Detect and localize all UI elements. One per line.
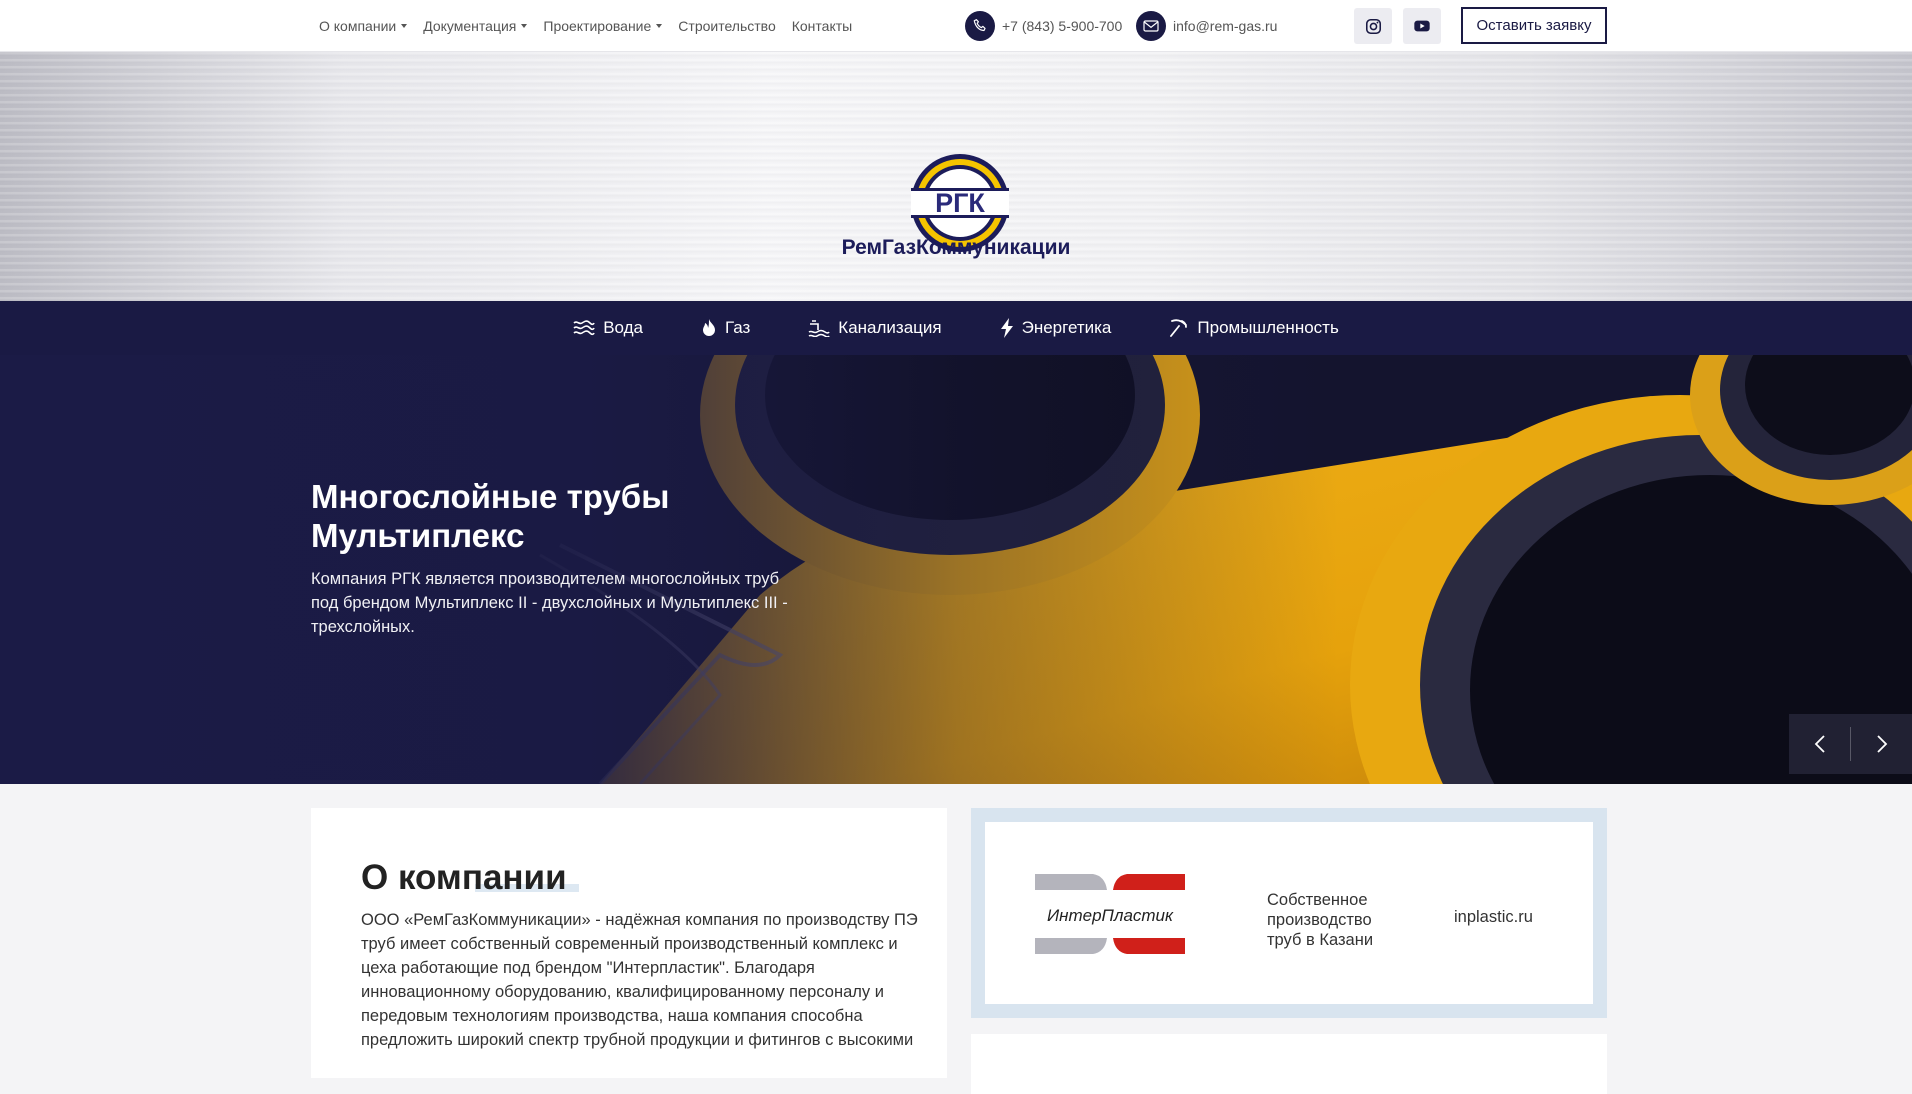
top-bar: О компании Документация Проектирование С… xyxy=(0,0,1912,52)
flame-icon xyxy=(702,319,715,336)
logo-text: РГК xyxy=(935,188,985,218)
slider-controls xyxy=(1789,714,1912,774)
hero-text-block: Многослойные трубы Мультиплекс Компания … xyxy=(311,477,811,639)
email-link[interactable]: info@rem-gas.ru xyxy=(1136,10,1277,42)
nav-item-contacts[interactable]: Контакты xyxy=(792,18,852,34)
hero-description: Компания РГК является производителем мно… xyxy=(311,570,788,636)
mail-icon xyxy=(1136,11,1166,41)
hero-title: Многослойные трубы Мультиплекс xyxy=(311,478,670,554)
about-section: О компании ООО «РемГазКоммуникации» - на… xyxy=(311,808,947,1078)
about-title: О компании xyxy=(361,858,567,897)
pipes-image xyxy=(0,355,1912,784)
phone-icon xyxy=(965,11,995,41)
nav-item-design[interactable]: Проектирование xyxy=(543,18,663,34)
sewer-icon xyxy=(808,320,831,337)
chevron-right-icon xyxy=(1876,735,1887,753)
request-button[interactable]: Оставить заявку xyxy=(1461,7,1607,44)
nav-item-about[interactable]: О компании xyxy=(319,18,408,34)
water-waves-icon xyxy=(573,320,595,336)
partner-link[interactable]: inplastic.ru xyxy=(1454,908,1533,927)
lightning-icon xyxy=(1000,318,1013,338)
top-navigation: О компании Документация Проектирование С… xyxy=(319,0,852,52)
interplastic-logo: ИнтерПластик xyxy=(1035,872,1185,956)
partner-description: Собственное производство труб в Казани xyxy=(1267,891,1374,949)
email-address: info@rem-gas.ru xyxy=(1173,18,1278,34)
category-gas[interactable]: Газ xyxy=(701,318,750,338)
category-label: Промышленность xyxy=(1197,318,1339,337)
category-navigation: Вода Газ Канализация Энергетика Промышле… xyxy=(0,301,1912,355)
youtube-icon xyxy=(1414,20,1430,32)
category-label: Вода xyxy=(603,318,643,337)
chevron-down-icon xyxy=(521,24,528,28)
category-water[interactable]: Вода xyxy=(573,318,643,338)
partner-card: ИнтерПластик Собственное производство тр… xyxy=(971,808,1607,1018)
about-text: ООО «РемГазКоммуникации» - надёжная комп… xyxy=(361,911,918,1049)
chevron-down-icon xyxy=(656,24,663,28)
phone-link[interactable]: +7 (843) 5-900-700 xyxy=(965,10,1122,42)
chevron-down-icon xyxy=(401,24,408,28)
nav-item-label: Контакты xyxy=(791,18,853,34)
nav-item-documentation[interactable]: Документация xyxy=(423,18,528,34)
category-energy[interactable]: Энергетика xyxy=(1000,318,1112,338)
hero-slider: Многослойные трубы Мультиплекс Компания … xyxy=(0,355,1912,784)
slider-prev-button[interactable] xyxy=(1789,714,1850,774)
phone-number: +7 (843) 5-900-700 xyxy=(1002,18,1123,34)
nav-item-construction[interactable]: Строительство xyxy=(678,18,775,34)
category-label: Энергетика xyxy=(1021,318,1112,337)
category-sewer[interactable]: Канализация xyxy=(808,318,942,338)
nav-item-label: Документация xyxy=(423,18,517,34)
partner-card-body[interactable]: ИнтерПластик Собственное производство тр… xyxy=(985,822,1593,1004)
nav-item-label: Строительство xyxy=(678,18,776,34)
instagram-icon xyxy=(1365,18,1381,34)
slider-next-button[interactable] xyxy=(1851,714,1912,774)
nav-item-label: Проектирование xyxy=(543,18,652,34)
category-industry[interactable]: Промышленность xyxy=(1169,318,1339,338)
pickaxe-icon xyxy=(1170,319,1188,337)
header-banner: РГК РемГазКоммуникации xyxy=(0,52,1912,301)
next-card xyxy=(971,1034,1607,1094)
partner-logo-text: ИнтерПластик xyxy=(1047,906,1174,925)
category-label: Канализация xyxy=(838,318,942,337)
youtube-button[interactable] xyxy=(1403,8,1441,44)
category-label: Газ xyxy=(724,318,751,337)
nav-item-label: О компании xyxy=(319,18,397,34)
instagram-button[interactable] xyxy=(1354,8,1392,44)
chevron-left-icon xyxy=(1814,735,1825,753)
company-name: РемГазКоммуникации xyxy=(841,236,1071,259)
